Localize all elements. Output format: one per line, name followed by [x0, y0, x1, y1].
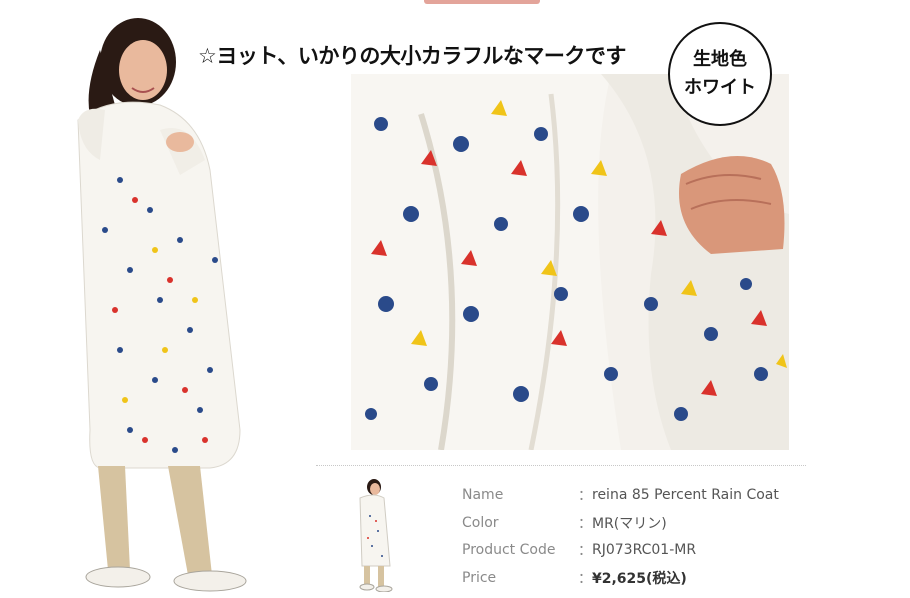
- spec-label: Price: [462, 569, 497, 586]
- badge-line2: ホワイト: [684, 77, 756, 98]
- spec-colon: ：: [578, 487, 592, 504]
- spec-colon: ：: [578, 570, 592, 587]
- spec-label: Name: [462, 486, 504, 503]
- spec-value-name: reina 85 Percent Rain Coat: [592, 486, 779, 503]
- top-tab-accent: [424, 0, 540, 4]
- badge-line1: 生地色: [693, 49, 747, 70]
- spec-value-color: MR(マリン): [592, 515, 667, 532]
- spec-value-product-code: RJ073RC01-MR: [592, 542, 697, 559]
- spec-row-product-code: Product Code ： RJ073RC01-MR: [462, 536, 779, 564]
- spec-colon: ：: [578, 543, 592, 560]
- product-thumbnail[interactable]: [352, 476, 400, 592]
- spec-row-price: Price ： ¥2,625(税込): [462, 564, 779, 592]
- spec-row-name: Name ： reina 85 Percent Rain Coat: [462, 481, 779, 509]
- spec-label: Product Code: [462, 542, 556, 559]
- spec-row-color: Color ： MR(マリン): [462, 509, 779, 537]
- product-spec-table: Name ： reina 85 Percent Rain Coat Color …: [462, 481, 779, 592]
- spec-value-price: ¥2,625(税込): [592, 570, 687, 587]
- spec-label: Color: [462, 514, 499, 531]
- fabric-color-badge: 生地色 ホワイト: [668, 22, 772, 126]
- spec-colon: ：: [578, 515, 592, 532]
- model-photo: [77, 18, 247, 592]
- fabric-closeup-photo: [351, 74, 789, 450]
- headline-text: ☆ヨット、いかりの大小カラフルなマークです: [198, 44, 626, 68]
- divider: [316, 465, 806, 466]
